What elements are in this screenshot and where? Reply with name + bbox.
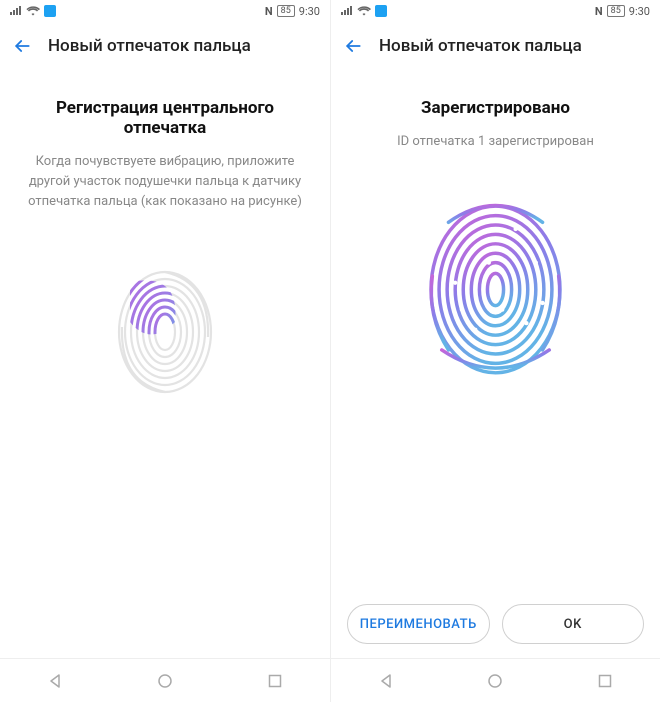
content-area: Регистрация центрального отпечатка Когда… [0,70,330,658]
nav-back-button[interactable] [361,666,411,696]
screen-enroll-complete: N 85 9:30 Новый отпечаток пальца Зарегис… [330,0,660,702]
header-title: Новый отпечаток пальца [379,36,582,56]
app-header: Новый отпечаток пальца [0,22,330,70]
page-description: ID отпечатка 1 зарегистрирован [349,132,642,152]
app-header: Новый отпечаток пальца [331,22,660,70]
nav-recent-button[interactable] [250,666,300,696]
wifi-icon [357,6,371,16]
system-nav-bar [331,658,660,702]
screen-enroll-center: N 85 9:30 Новый отпечаток пальца Регистр… [0,0,330,702]
signal-icon [341,6,353,16]
battery-indicator: 85 [277,5,295,17]
status-right: N 85 9:30 [595,5,650,18]
back-button[interactable] [10,34,34,58]
rename-button[interactable]: ПЕРЕИМЕНОВАТЬ [347,604,490,644]
status-bar: N 85 9:30 [0,0,330,22]
signal-icon [10,6,22,16]
app-indicator-icon [44,5,56,17]
action-button-row: ПЕРЕИМЕНОВАТЬ OK [331,604,660,644]
page-description: Когда почувствуете вибрацию, приложите д… [18,152,312,212]
ok-button[interactable]: OK [502,604,645,644]
battery-indicator: 85 [607,5,625,17]
nav-back-button[interactable] [30,666,80,696]
status-left [341,5,387,17]
header-title: Новый отпечаток пальца [48,36,251,56]
content-area: Зарегистрировано ID отпечатка 1 зарегист… [331,70,660,658]
clock: 9:30 [629,5,650,18]
nav-home-button[interactable] [470,666,520,696]
status-right: N 85 9:30 [265,5,320,18]
nfc-icon: N [265,5,273,18]
page-title: Зарегистрировано [349,98,642,118]
fingerprint-graphic [349,182,642,397]
status-bar: N 85 9:30 [331,0,660,22]
back-button[interactable] [341,34,365,58]
nav-recent-button[interactable] [580,666,630,696]
app-indicator-icon [375,5,387,17]
fingerprint-graphic [18,252,312,412]
nav-home-button[interactable] [140,666,190,696]
system-nav-bar [0,658,330,702]
clock: 9:30 [299,5,320,18]
wifi-icon [26,6,40,16]
nfc-icon: N [595,5,603,18]
page-title: Регистрация центрального отпечатка [18,98,312,138]
status-left [10,5,56,17]
